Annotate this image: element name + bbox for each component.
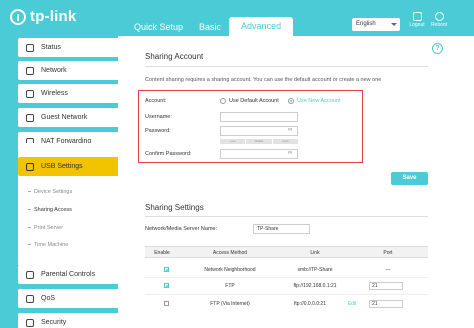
sharing-settings-title: Sharing Settings [145, 203, 204, 212]
row-method: FTP [225, 283, 235, 289]
row-link: ftp://192.168.0.1:21 [293, 283, 337, 289]
server-name-input[interactable]: TP-Share [253, 224, 310, 234]
status-icon [26, 43, 34, 52]
subnav-print-server[interactable]: Print Server [28, 225, 63, 231]
qos-icon [26, 294, 34, 303]
logout-label: Logout [409, 22, 425, 28]
edit-link[interactable]: Edit [345, 301, 359, 307]
sidebar-item-label: Network [41, 67, 67, 74]
section-divider [145, 66, 428, 67]
show-confirm-password-icon[interactable]: ∞ [288, 150, 292, 156]
port-input[interactable]: 21 [369, 300, 403, 308]
row-link: ftp://0.0.0.0:21 [294, 301, 326, 307]
logout-icon [412, 12, 422, 21]
wireless-icon [26, 89, 34, 98]
sidebar-item-usb-settings[interactable]: USB Settings [18, 157, 118, 176]
tp-link-logo: tp-link [10, 8, 76, 25]
row-divider [145, 294, 428, 295]
top-header: tp-link Quick Setup Basic Advanced Engli… [0, 0, 474, 36]
dash-icon [28, 191, 31, 193]
sidebar-item-guest-network[interactable]: Guest Network [18, 108, 118, 127]
language-value: English [356, 21, 376, 27]
confirm-password-field[interactable] [220, 149, 298, 159]
tab-basic[interactable]: Basic [191, 18, 229, 36]
sidebar-item-label: USB Settings [41, 163, 83, 170]
subnav-sharing-access[interactable]: Sharing Access [28, 207, 72, 213]
col-port: Port [383, 250, 393, 256]
sidebar-item-label: Parental Controls [41, 271, 96, 278]
radio-new-label: Use New Account [297, 98, 341, 104]
language-select[interactable]: English [352, 18, 400, 31]
col-link: Link [310, 250, 320, 256]
network-icon [26, 66, 34, 75]
password-field[interactable] [220, 126, 298, 136]
strength-low: Low [220, 139, 246, 144]
sidebar-item-wireless[interactable]: Wireless [18, 84, 118, 103]
dash-icon [28, 244, 31, 246]
port-input[interactable]: 21 [369, 282, 403, 290]
subnav-time-machine[interactable]: Time Machine [28, 242, 68, 248]
row-method: Network Neighborhood [204, 267, 256, 273]
strength-middle: Middle [246, 139, 272, 144]
sidebar-item-network[interactable]: Network [18, 61, 118, 80]
sidebar-item-label: Status [41, 44, 61, 51]
subnav-label: Sharing Access [34, 207, 72, 213]
sidebar-item-label: QoS [41, 295, 56, 302]
sharing-account-description: Content sharing requires a sharing accou… [145, 77, 382, 83]
enable-checkbox[interactable] [164, 267, 169, 272]
enable-checkbox[interactable] [164, 301, 169, 306]
subnav-label: Device Settings [34, 189, 73, 195]
sharing-account-title: Sharing Account [145, 52, 204, 61]
account-label: Account: [145, 98, 167, 104]
radio-use-default-account[interactable] [220, 98, 226, 104]
sidebar-item-qos[interactable]: QoS [18, 289, 118, 308]
col-access-method: Access Method [212, 250, 248, 256]
tp-link-logo-icon [10, 8, 26, 25]
radio-use-new-account[interactable] [288, 98, 294, 104]
subnav-label: Time Machine [34, 242, 69, 248]
col-enable: Enable [154, 250, 170, 256]
row-port: --- [385, 267, 391, 273]
row-method: FTP (Via Internet) [210, 301, 250, 307]
sidebar-item-security[interactable]: Security [18, 313, 118, 328]
section-divider [145, 216, 428, 217]
radio-default-label: Use Default Account [229, 98, 279, 104]
reboot-button[interactable]: Reboot [428, 12, 450, 28]
top-tabs: Quick Setup Basic Advanced [126, 17, 294, 36]
row-divider [145, 277, 428, 278]
strength-high: High [272, 139, 298, 144]
subnav-device-settings[interactable]: Device Settings [28, 189, 72, 195]
save-button[interactable]: Save [391, 172, 428, 185]
sidebar-item-label: Wireless [41, 90, 68, 97]
tab-advanced[interactable]: Advanced [229, 17, 294, 36]
password-label: Password: [145, 128, 171, 134]
security-icon [26, 318, 34, 327]
chevron-down-icon [391, 23, 397, 26]
table-header: Enable Access Method Link Port [145, 246, 428, 258]
reboot-icon [434, 12, 444, 21]
username-label: Username: [145, 114, 172, 120]
sidebar-item-status[interactable]: Status [18, 38, 118, 57]
subnav-label: Print Server [34, 225, 64, 231]
parental-icon [26, 270, 34, 279]
sidebar-item-parental-controls[interactable]: Parental Controls [18, 265, 118, 284]
server-name-label: Network/Media Server Name: [145, 226, 218, 232]
brand-name: tp-link [30, 8, 77, 25]
username-field[interactable] [220, 112, 298, 122]
guest-icon [26, 113, 34, 122]
enable-checkbox[interactable] [164, 283, 169, 288]
confirm-password-label: Confirm Password: [145, 151, 192, 157]
dash-icon [28, 227, 31, 229]
sidebar-item-label: Guest Network [41, 114, 88, 121]
row-link: smb://TP-Share [297, 267, 333, 273]
dash-icon [28, 209, 31, 211]
sidebar-item-label: Security [41, 319, 67, 326]
logout-button[interactable]: Logout [406, 12, 428, 28]
tab-quick-setup[interactable]: Quick Setup [126, 18, 191, 36]
show-password-icon[interactable]: ∞ [288, 127, 292, 133]
reboot-label: Reboot [430, 22, 448, 28]
usb-icon [26, 162, 34, 171]
password-strength-meter: Low Middle High [220, 139, 298, 144]
help-icon[interactable]: ? [432, 43, 443, 54]
